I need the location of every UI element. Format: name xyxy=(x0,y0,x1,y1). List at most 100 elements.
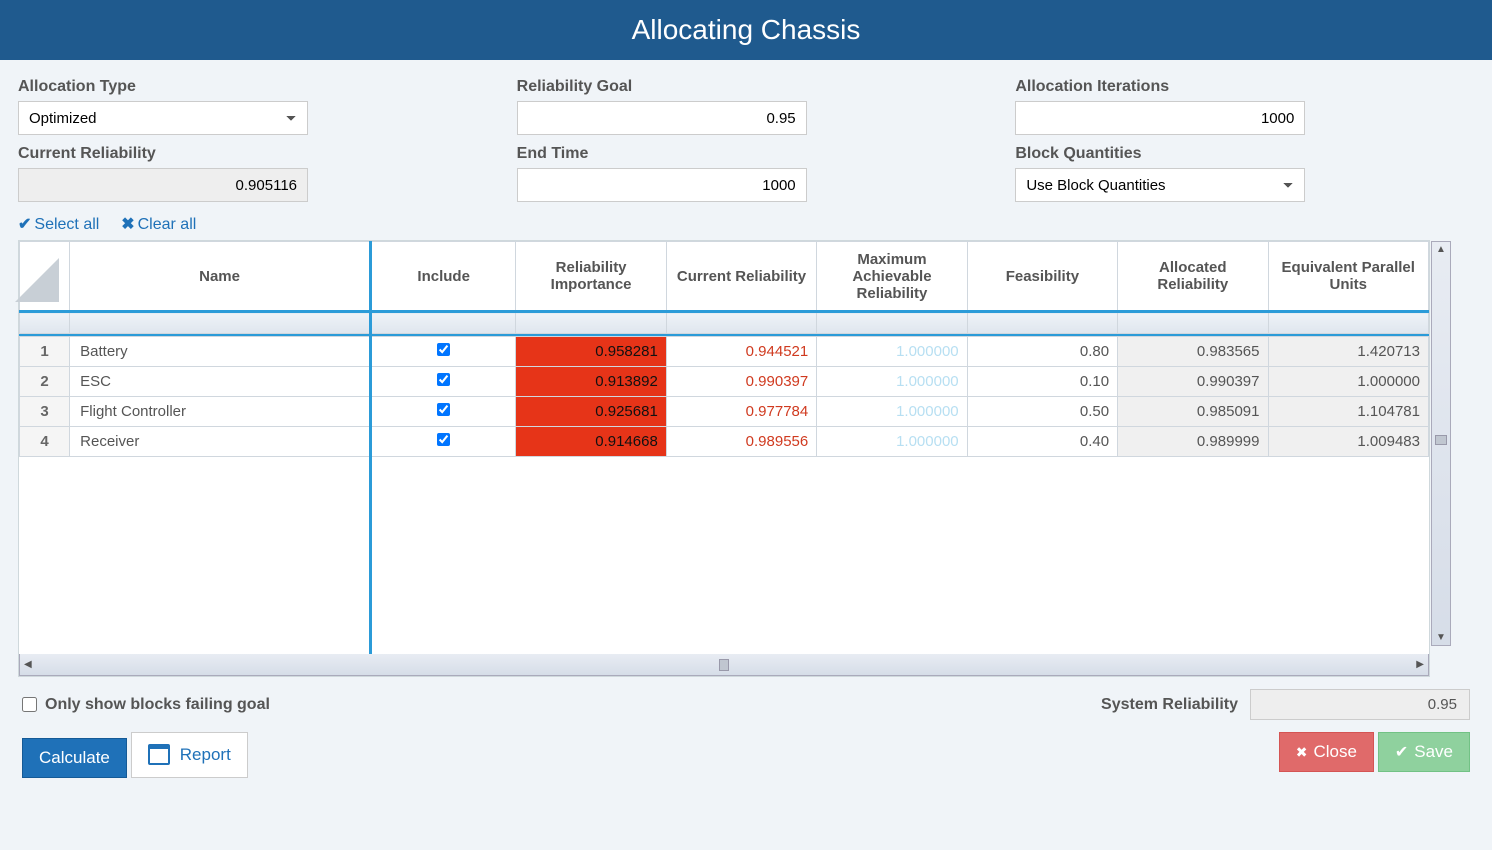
col-cur-rel-header[interactable]: Current Reliability xyxy=(666,242,816,312)
cell-reliability-importance[interactable]: 0.958281 xyxy=(516,337,666,367)
cell-name[interactable]: Receiver xyxy=(70,427,371,457)
system-reliability-label: System Reliability xyxy=(1101,696,1238,714)
corner-cell xyxy=(20,242,70,312)
cell-include[interactable] xyxy=(370,367,515,397)
reliability-goal-label: Reliability Goal xyxy=(517,78,976,96)
end-time-label: End Time xyxy=(517,145,976,163)
col-include-header[interactable]: Include xyxy=(370,242,515,312)
clear-all-link[interactable]: ✖Clear all xyxy=(121,216,196,233)
cell-max-achievable[interactable]: 1.000000 xyxy=(817,337,967,367)
report-label: Report xyxy=(180,745,231,765)
scroll-up-icon[interactable]: ▲ xyxy=(1434,242,1448,257)
cell-include[interactable] xyxy=(370,397,515,427)
col-max-rel-header[interactable]: Maximum Achievable Reliability xyxy=(817,242,967,312)
cell-allocated-reliability[interactable]: 0.983565 xyxy=(1118,337,1268,367)
vertical-scrollbar[interactable]: ▲ ▼ xyxy=(1431,241,1451,646)
cell-equivalent-parallel[interactable]: 1.420713 xyxy=(1268,337,1429,367)
scroll-down-icon[interactable]: ▼ xyxy=(1434,630,1448,645)
save-label: Save xyxy=(1414,742,1453,762)
selection-links: ✔Select all ✖Clear all xyxy=(18,214,1474,234)
end-time-group: End Time xyxy=(517,145,976,202)
cell-current-reliability[interactable]: 0.944521 xyxy=(666,337,816,367)
save-check-icon xyxy=(1395,742,1408,762)
include-checkbox[interactable] xyxy=(437,343,450,356)
reliability-goal-input[interactable] xyxy=(517,101,807,135)
cell-max-achievable[interactable]: 1.000000 xyxy=(817,397,967,427)
calculate-label: Calculate xyxy=(39,748,110,768)
cell-name[interactable]: Flight Controller xyxy=(70,397,371,427)
block-quantities-select[interactable]: Use Block Quantities xyxy=(1015,168,1305,202)
right-buttons: Close Save xyxy=(1279,732,1470,778)
col-feas-header[interactable]: Feasibility xyxy=(967,242,1117,312)
allocation-type-label: Allocation Type xyxy=(18,78,477,96)
row-number: 3 xyxy=(20,397,70,427)
cell-current-reliability[interactable]: 0.989556 xyxy=(666,427,816,457)
cell-allocated-reliability[interactable]: 0.990397 xyxy=(1118,367,1268,397)
clear-all-label: Clear all xyxy=(138,216,197,233)
allocation-type-select[interactable]: Optimized xyxy=(18,101,308,135)
cell-max-achievable[interactable]: 1.000000 xyxy=(817,427,967,457)
x-icon: ✖ xyxy=(121,214,134,234)
row-number: 1 xyxy=(20,337,70,367)
col-name-header[interactable]: Name xyxy=(70,242,371,312)
col-equiv-header[interactable]: Equivalent Parallel Units xyxy=(1268,242,1429,312)
include-checkbox[interactable] xyxy=(437,433,450,446)
only-failing-text: Only show blocks failing goal xyxy=(45,696,270,714)
cell-feasibility[interactable]: 0.80 xyxy=(967,337,1117,367)
block-quantities-label: Block Quantities xyxy=(1015,145,1474,163)
only-failing-checkbox[interactable] xyxy=(22,697,37,712)
cell-include[interactable] xyxy=(370,337,515,367)
table-filter-row xyxy=(20,312,1429,334)
cell-current-reliability[interactable]: 0.990397 xyxy=(666,367,816,397)
close-label: Close xyxy=(1313,742,1356,762)
block-quantities-group: Block Quantities Use Block Quantities xyxy=(1015,145,1474,202)
check-icon: ✔ xyxy=(18,214,31,234)
save-button[interactable]: Save xyxy=(1378,732,1470,772)
allocation-iterations-input[interactable] xyxy=(1015,101,1305,135)
cell-equivalent-parallel[interactable]: 1.009483 xyxy=(1268,427,1429,457)
only-failing-checkbox-label[interactable]: Only show blocks failing goal xyxy=(22,696,270,714)
end-time-input[interactable] xyxy=(517,168,807,202)
allocation-iterations-group: Allocation Iterations xyxy=(1015,78,1474,135)
cell-name[interactable]: Battery xyxy=(70,337,371,367)
include-checkbox[interactable] xyxy=(437,373,450,386)
cell-allocated-reliability[interactable]: 0.989999 xyxy=(1118,427,1268,457)
col-rel-imp-header[interactable]: Reliability Importance xyxy=(516,242,666,312)
allocation-iterations-label: Allocation Iterations xyxy=(1015,78,1474,96)
cell-feasibility[interactable]: 0.40 xyxy=(967,427,1117,457)
cell-equivalent-parallel[interactable]: 1.000000 xyxy=(1268,367,1429,397)
cell-include[interactable] xyxy=(370,427,515,457)
cell-reliability-importance[interactable]: 0.914668 xyxy=(516,427,666,457)
cell-reliability-importance[interactable]: 0.925681 xyxy=(516,397,666,427)
dialog-body: Allocation Type Optimized Reliability Go… xyxy=(0,60,1492,800)
close-x-icon xyxy=(1296,742,1308,762)
table-row[interactable]: 1Battery 0.9582810.9445211.0000000.800.98… xyxy=(20,337,1429,367)
calculate-button[interactable]: Calculate xyxy=(22,738,127,778)
scroll-right-icon[interactable]: ▶ xyxy=(1412,659,1428,670)
col-alloc-header[interactable]: Allocated Reliability xyxy=(1118,242,1268,312)
cell-reliability-importance[interactable]: 0.913892 xyxy=(516,367,666,397)
scroll-v-grip[interactable] xyxy=(1435,435,1447,445)
report-button[interactable]: Report xyxy=(131,732,248,778)
cell-allocated-reliability[interactable]: 0.985091 xyxy=(1118,397,1268,427)
data-table-wrapper: Name Include Reliability Importance Curr… xyxy=(18,240,1430,677)
include-checkbox[interactable] xyxy=(437,403,450,416)
table-row[interactable]: 3Flight Controller 0.9256810.9777841.0000… xyxy=(20,397,1429,427)
left-buttons: Calculate Report xyxy=(22,732,248,778)
cell-equivalent-parallel[interactable]: 1.104781 xyxy=(1268,397,1429,427)
cell-feasibility[interactable]: 0.50 xyxy=(967,397,1117,427)
horizontal-scrollbar[interactable]: ◀ ▶ xyxy=(19,654,1429,676)
table-row[interactable]: 4Receiver 0.9146680.9895561.0000000.400.9… xyxy=(20,427,1429,457)
cell-feasibility[interactable]: 0.10 xyxy=(967,367,1117,397)
cell-name[interactable]: ESC xyxy=(70,367,371,397)
row-number: 4 xyxy=(20,427,70,457)
select-all-link[interactable]: ✔Select all xyxy=(18,216,99,233)
scroll-h-grip[interactable] xyxy=(719,659,729,671)
close-button[interactable]: Close xyxy=(1279,732,1374,772)
scroll-left-icon[interactable]: ◀ xyxy=(20,659,36,670)
select-all-label: Select all xyxy=(34,216,99,233)
cell-current-reliability[interactable]: 0.977784 xyxy=(666,397,816,427)
table-row[interactable]: 2ESC0.9138920.9903971.0000000.100.990397… xyxy=(20,367,1429,397)
cell-max-achievable[interactable]: 1.000000 xyxy=(817,367,967,397)
system-reliability-group: System Reliability 0.95 xyxy=(1101,689,1470,720)
